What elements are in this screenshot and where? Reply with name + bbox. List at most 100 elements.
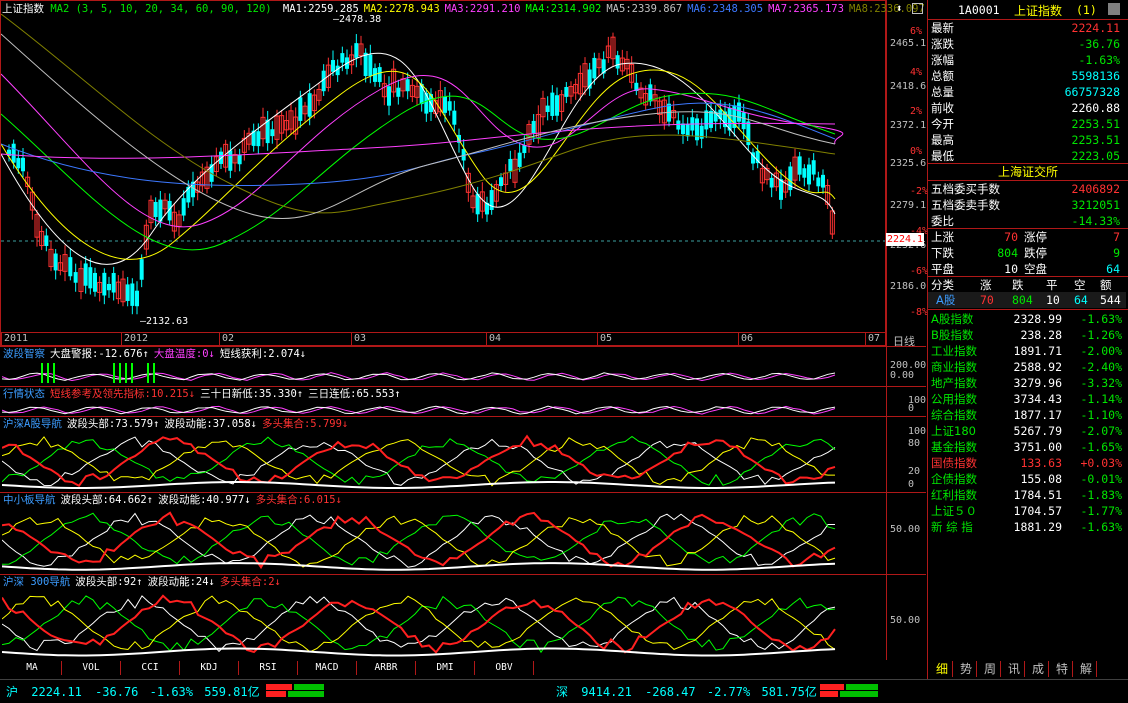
indicator-pane-4[interactable]: 中小板导航 波段头部:64.662↑ 波段动能:40.977↓ 多头集合:6.015↓	[0, 492, 886, 574]
indicator-line	[2, 405, 836, 415]
quote-row-value: 2224.11	[1071, 21, 1120, 35]
class-value-row[interactable]: A股 70 804 10 64 544	[928, 292, 1126, 308]
candle-body	[340, 53, 345, 63]
index-row[interactable]: 地产指数 3279.96 -3.32%	[928, 375, 1126, 391]
ma-line-2	[1, 69, 836, 260]
tab-cci[interactable]: CCI	[121, 661, 180, 675]
index-row[interactable]: 国债指数 133.63 +0.03%	[928, 455, 1126, 471]
time-tick: 06	[741, 333, 754, 344]
tab-macd[interactable]: MACD	[298, 661, 357, 675]
index-row[interactable]: 商业指数 2588.92 -2.40%	[928, 359, 1126, 375]
candle-body	[93, 272, 97, 292]
candlestick-chart[interactable]	[1, 14, 885, 332]
indicator-value: 多头集合:5.799↓	[261, 418, 349, 430]
index-row[interactable]: 上证180 5267.79 -2.07%	[928, 423, 1126, 439]
index-value: 1881.29	[1013, 520, 1062, 534]
indicator-name: 行情状态	[3, 388, 45, 400]
chart-options-icon[interactable]	[912, 3, 923, 14]
index-row[interactable]: 新 综 指 1881.29 -1.63%	[928, 519, 1126, 535]
breadth-label: 上涨	[931, 230, 954, 244]
index-row[interactable]: 综合指数 1877.17 -1.10%	[928, 407, 1126, 423]
symbol-menu-icon[interactable]	[1108, 3, 1120, 15]
candle-body	[737, 102, 741, 122]
tab-rsi[interactable]: RSI	[239, 661, 298, 675]
index-value: 133.63	[1020, 456, 1062, 470]
time-tick-mark	[486, 333, 487, 345]
candle-body	[181, 198, 186, 216]
candle-body	[88, 267, 93, 289]
indicator-value: 多头集合:2↓	[219, 576, 281, 588]
index-name: 公用指数	[931, 392, 977, 406]
time-tick-mark	[597, 333, 598, 345]
index-pct: -1.10%	[1080, 408, 1122, 422]
index-row[interactable]: 工业指数 1891.71 -2.00%	[928, 343, 1126, 359]
zoom-icon[interactable]: ⬍	[896, 2, 903, 15]
index-row[interactable]: 基金指数 3751.00 -1.65%	[928, 439, 1126, 455]
indicator-value: 波段头部:64.662↑	[60, 494, 154, 506]
indicator-tab-bar: MA VOL CCI KDJ RSI MACD ARBR DMI OBV	[0, 660, 925, 676]
index-row[interactable]: 公用指数 3734.43 -1.14%	[928, 391, 1126, 407]
indicator-value: 波段头部:73.579↑	[66, 418, 160, 430]
panel-tab-1[interactable]: 势	[956, 661, 977, 677]
candle-body	[44, 235, 49, 246]
symbol-suffix: (1)	[1076, 3, 1097, 17]
indicator-pane-1[interactable]: 波段智察 大盘警报:-12.676↑ 大盘温度:0↓ 短线获利:2.074↓	[0, 346, 886, 386]
candle-body	[531, 120, 536, 134]
sz-label: 深	[556, 685, 569, 699]
sh-status[interactable]: 沪 2224.11 -36.76 -1.63% 559.81亿	[6, 683, 260, 700]
time-tick: 07	[868, 333, 881, 344]
index-row[interactable]: A股指数 2328.99 -1.63%	[928, 311, 1126, 327]
panel-bottom-tabs: 细势周讯成特解	[928, 660, 1128, 678]
indicator-pane-5[interactable]: 沪深 300导航 波段头部:92↑ 波段动能:24↓ 多头集合:2↓	[0, 574, 886, 660]
indicator-axis-box	[886, 346, 926, 386]
breadth-row: 平盘 10 空盘 64	[928, 261, 1126, 277]
index-pct: -2.40%	[1080, 360, 1122, 374]
indicator-header: 沪深A股导航 波段头部:73.579↑ 波段动能:37.058↓ 多头集合:5.799…	[3, 418, 348, 431]
time-tick: 2012	[124, 333, 149, 344]
panel-tab-2[interactable]: 周	[980, 661, 1001, 677]
panel-tab-6[interactable]: 解	[1076, 661, 1097, 677]
sh-pct: -1.63%	[149, 685, 194, 699]
panel-tab-4[interactable]: 成	[1028, 661, 1049, 677]
index-row[interactable]: B股指数 238.28 -1.26%	[928, 327, 1126, 343]
class-header-row: 分类 涨 跌 平 空额	[928, 277, 1126, 293]
sz-status[interactable]: 深 9414.21 -268.47 -2.77% 581.75亿	[556, 683, 817, 700]
pct-tick: 0%	[910, 146, 923, 157]
quote-row-value: 2260.88	[1071, 101, 1120, 115]
index-value: 2588.92	[1013, 360, 1062, 374]
index-pct: -1.63%	[1080, 312, 1122, 326]
index-name: 地产指数	[931, 376, 977, 390]
indicator-pane-3[interactable]: 沪深A股导航 波段头部:73.579↑ 波段动能:37.058↓ 多头集合:5.799…	[0, 416, 886, 492]
index-row[interactable]: 企债指数 155.08 -0.01%	[928, 471, 1126, 487]
sh-breadth-bar	[266, 684, 326, 697]
candle-body	[153, 201, 158, 218]
price-tick: 2372.1	[890, 120, 927, 131]
candle-body	[237, 154, 242, 165]
order-row: 五档委卖手数 3212051	[928, 197, 1126, 213]
index-row[interactable]: 红利指数 1784.51 -1.83%	[928, 487, 1126, 503]
candle-body	[396, 87, 401, 97]
panel-tab-3[interactable]: 讯	[1004, 661, 1025, 677]
index-name: 国债指数	[931, 456, 977, 470]
index-value: 3734.43	[1013, 392, 1062, 406]
indicator-pane-2[interactable]: 行情状态 短线参考及领先指标:10.215↓ 三十日新低:35.330↑ 三日连低:6…	[0, 386, 886, 416]
panel-tab-0[interactable]: 细	[932, 661, 953, 677]
panel-tab-5[interactable]: 特	[1052, 661, 1073, 677]
quote-row: 最高 2253.51	[928, 132, 1126, 148]
class-value-cell: 64	[1074, 293, 1088, 307]
tab-ma[interactable]: MA	[3, 661, 62, 675]
candle-body	[111, 272, 116, 293]
indicator-value: 波段头部:92↑	[75, 576, 143, 588]
tab-kdj[interactable]: KDJ	[180, 661, 239, 675]
tab-obv[interactable]: OBV	[475, 661, 534, 675]
index-value: 1784.51	[1013, 488, 1062, 502]
tab-vol[interactable]: VOL	[62, 661, 121, 675]
tab-dmi[interactable]: DMI	[416, 661, 475, 675]
breadth-value: 64	[1106, 262, 1120, 276]
index-pct: -1.14%	[1080, 392, 1122, 406]
candle-body	[424, 92, 429, 114]
sz-value: 9414.21	[581, 685, 632, 699]
index-row[interactable]: 上证５０ 1704.57 -1.77%	[928, 503, 1126, 519]
candle-body	[377, 67, 382, 83]
tab-arbr[interactable]: ARBR	[357, 661, 416, 675]
